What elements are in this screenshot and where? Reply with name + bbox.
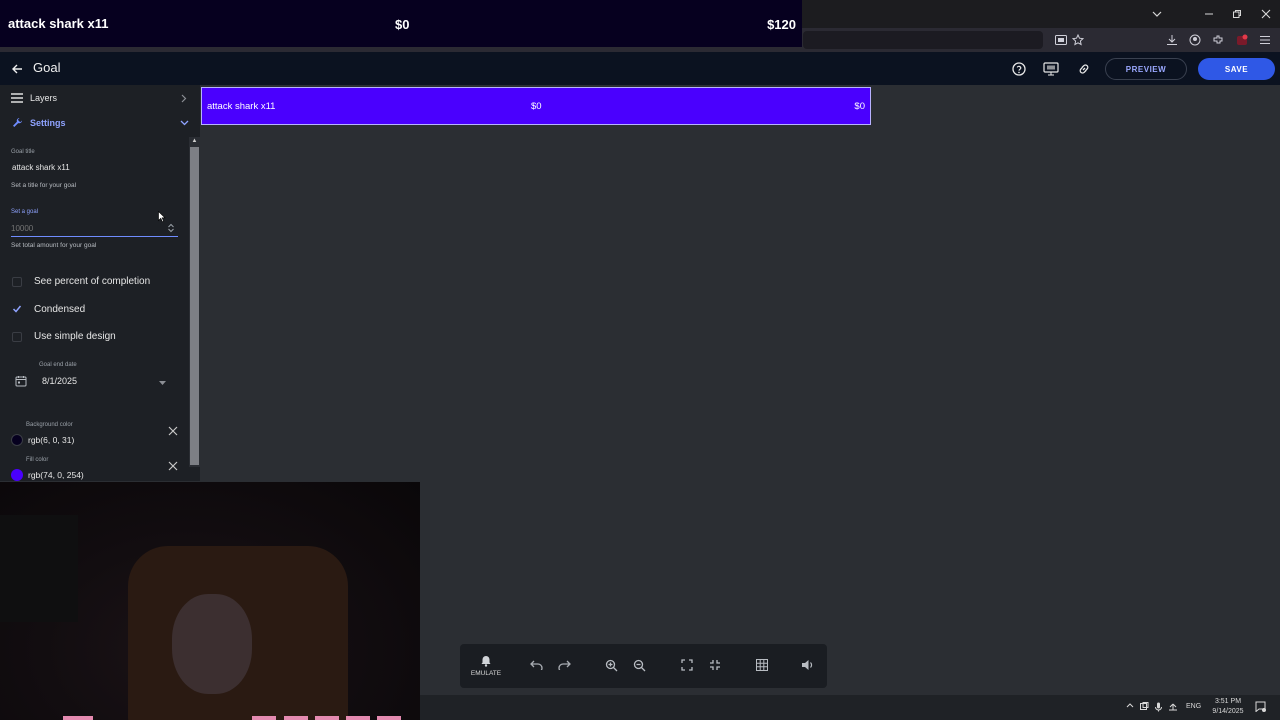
sidebar-scroll-thumb[interactable]	[190, 147, 199, 465]
back-arrow-icon[interactable]	[8, 60, 26, 78]
clear-background-color-icon[interactable]	[168, 426, 178, 436]
screenshot-icon[interactable]	[1052, 31, 1070, 49]
preview-button[interactable]: PREVIEW	[1105, 58, 1187, 80]
undo-icon[interactable]	[527, 656, 545, 674]
save-button[interactable]: SAVE	[1198, 58, 1275, 80]
extension-badge-icon[interactable]	[1233, 31, 1251, 49]
goal-amount-input[interactable]	[11, 222, 166, 234]
tab-list-chevron-icon[interactable]	[1143, 4, 1171, 24]
pink-tab-strip	[0, 716, 420, 720]
chevron-down-icon	[180, 120, 189, 126]
volume-icon[interactable]	[798, 656, 816, 674]
grid-icon[interactable]	[753, 656, 771, 674]
address-bar[interactable]	[803, 31, 1043, 49]
tray-overflow-chevron-icon[interactable]	[1126, 703, 1134, 708]
goal-title-label: Goal title	[11, 149, 35, 155]
goal-widget-title: attack shark x11	[207, 101, 276, 112]
fullscreen-icon[interactable]	[678, 656, 696, 674]
tray-app-icon[interactable]	[1140, 702, 1149, 711]
goal-title-helper: Set a title for your goal	[11, 182, 77, 189]
condensed-label: Condensed	[34, 304, 86, 315]
wall-poster	[0, 515, 78, 622]
scroll-up-arrow-icon[interactable]: ▲	[189, 137, 200, 146]
overlay-preview-strip: attack shark x11 $0 $120	[0, 0, 802, 47]
close-window-icon[interactable]	[1252, 4, 1280, 24]
taskbar-clock[interactable]: 3:51 PM 9/14/2025	[1203, 697, 1253, 717]
number-stepper-icon[interactable]	[167, 223, 175, 233]
page-title: Goal	[33, 60, 61, 75]
overlay-goal-amount: $120	[767, 17, 796, 32]
clock-date: 9/14/2025	[1212, 708, 1244, 715]
fill-color-swatch[interactable]	[11, 469, 23, 481]
fill-color-value[interactable]: rgb(74, 0, 254)	[28, 470, 84, 480]
goal-widget[interactable]: attack shark x11 $0 $0	[201, 87, 871, 125]
end-date-label: Goal end date	[39, 362, 77, 368]
restore-window-icon[interactable]	[1223, 4, 1251, 24]
notifications-icon[interactable]	[1255, 701, 1266, 712]
calendar-icon	[15, 375, 27, 387]
goal-amount-underline	[11, 236, 178, 237]
goal-amount-helper: Set total amount for your goal	[11, 242, 97, 249]
goal-amount-label: Set a goal	[11, 209, 39, 215]
sidebar-item-settings[interactable]: Settings	[0, 111, 200, 135]
percent-completion-label: See percent of completion	[34, 276, 151, 287]
person	[172, 594, 252, 694]
account-icon[interactable]	[1186, 31, 1204, 49]
goal-title-input[interactable]: attack shark x11	[12, 163, 70, 172]
clock-time: 3:51 PM	[1214, 698, 1242, 705]
link-icon[interactable]	[1074, 60, 1094, 78]
mouse-cursor-icon	[158, 211, 166, 223]
screen-preview-icon[interactable]	[1041, 60, 1061, 78]
microphone-icon[interactable]	[1155, 702, 1162, 712]
wrench-icon	[12, 117, 23, 128]
minimize-window-icon[interactable]	[1195, 4, 1223, 24]
extensions-icon[interactable]	[1209, 31, 1227, 49]
fill-color-label: Fill color	[26, 457, 49, 463]
os-taskbar	[420, 695, 1280, 720]
simple-design-label: Use simple design	[34, 331, 116, 342]
sidebar-item-label: Layers	[30, 93, 58, 103]
help-icon[interactable]	[1009, 60, 1029, 78]
emulate-button[interactable]: EMULATE	[468, 670, 504, 677]
background-color-label: Background color	[26, 422, 73, 428]
condensed-checkbox[interactable]	[12, 304, 22, 314]
exit-fullscreen-icon[interactable]	[706, 656, 724, 674]
network-icon[interactable]	[1168, 702, 1178, 711]
goal-widget-goal: $0	[854, 101, 865, 112]
sidebar-item-layers[interactable]: Layers	[0, 86, 200, 110]
end-date-select[interactable]: 8/1/2025	[42, 376, 77, 386]
zoom-out-icon[interactable]	[630, 656, 648, 674]
bell-icon[interactable]	[477, 652, 495, 670]
redo-icon[interactable]	[555, 656, 573, 674]
downloads-icon[interactable]	[1163, 31, 1181, 49]
date-dropdown-arrow-icon[interactable]	[159, 381, 166, 385]
clear-fill-color-icon[interactable]	[168, 461, 178, 471]
overlay-goal-title: attack shark x11	[8, 16, 109, 31]
chevron-right-icon	[181, 94, 187, 103]
sidebar-item-label: Settings	[30, 118, 66, 128]
menu-hamburger-icon[interactable]	[1256, 31, 1274, 49]
zoom-in-icon[interactable]	[602, 656, 620, 674]
bookmark-star-icon[interactable]	[1069, 31, 1087, 49]
language-indicator[interactable]: ENG	[1186, 703, 1201, 710]
overlay-current-amount: $0	[395, 17, 410, 32]
background-color-swatch[interactable]	[11, 434, 23, 446]
goal-widget-current: $0	[531, 101, 542, 112]
simple-design-checkbox[interactable]	[12, 332, 22, 342]
background-color-value[interactable]: rgb(6, 0, 31)	[28, 435, 74, 445]
layers-icon	[11, 93, 23, 103]
percent-completion-checkbox[interactable]	[12, 277, 22, 287]
webcam-feed	[0, 482, 420, 720]
